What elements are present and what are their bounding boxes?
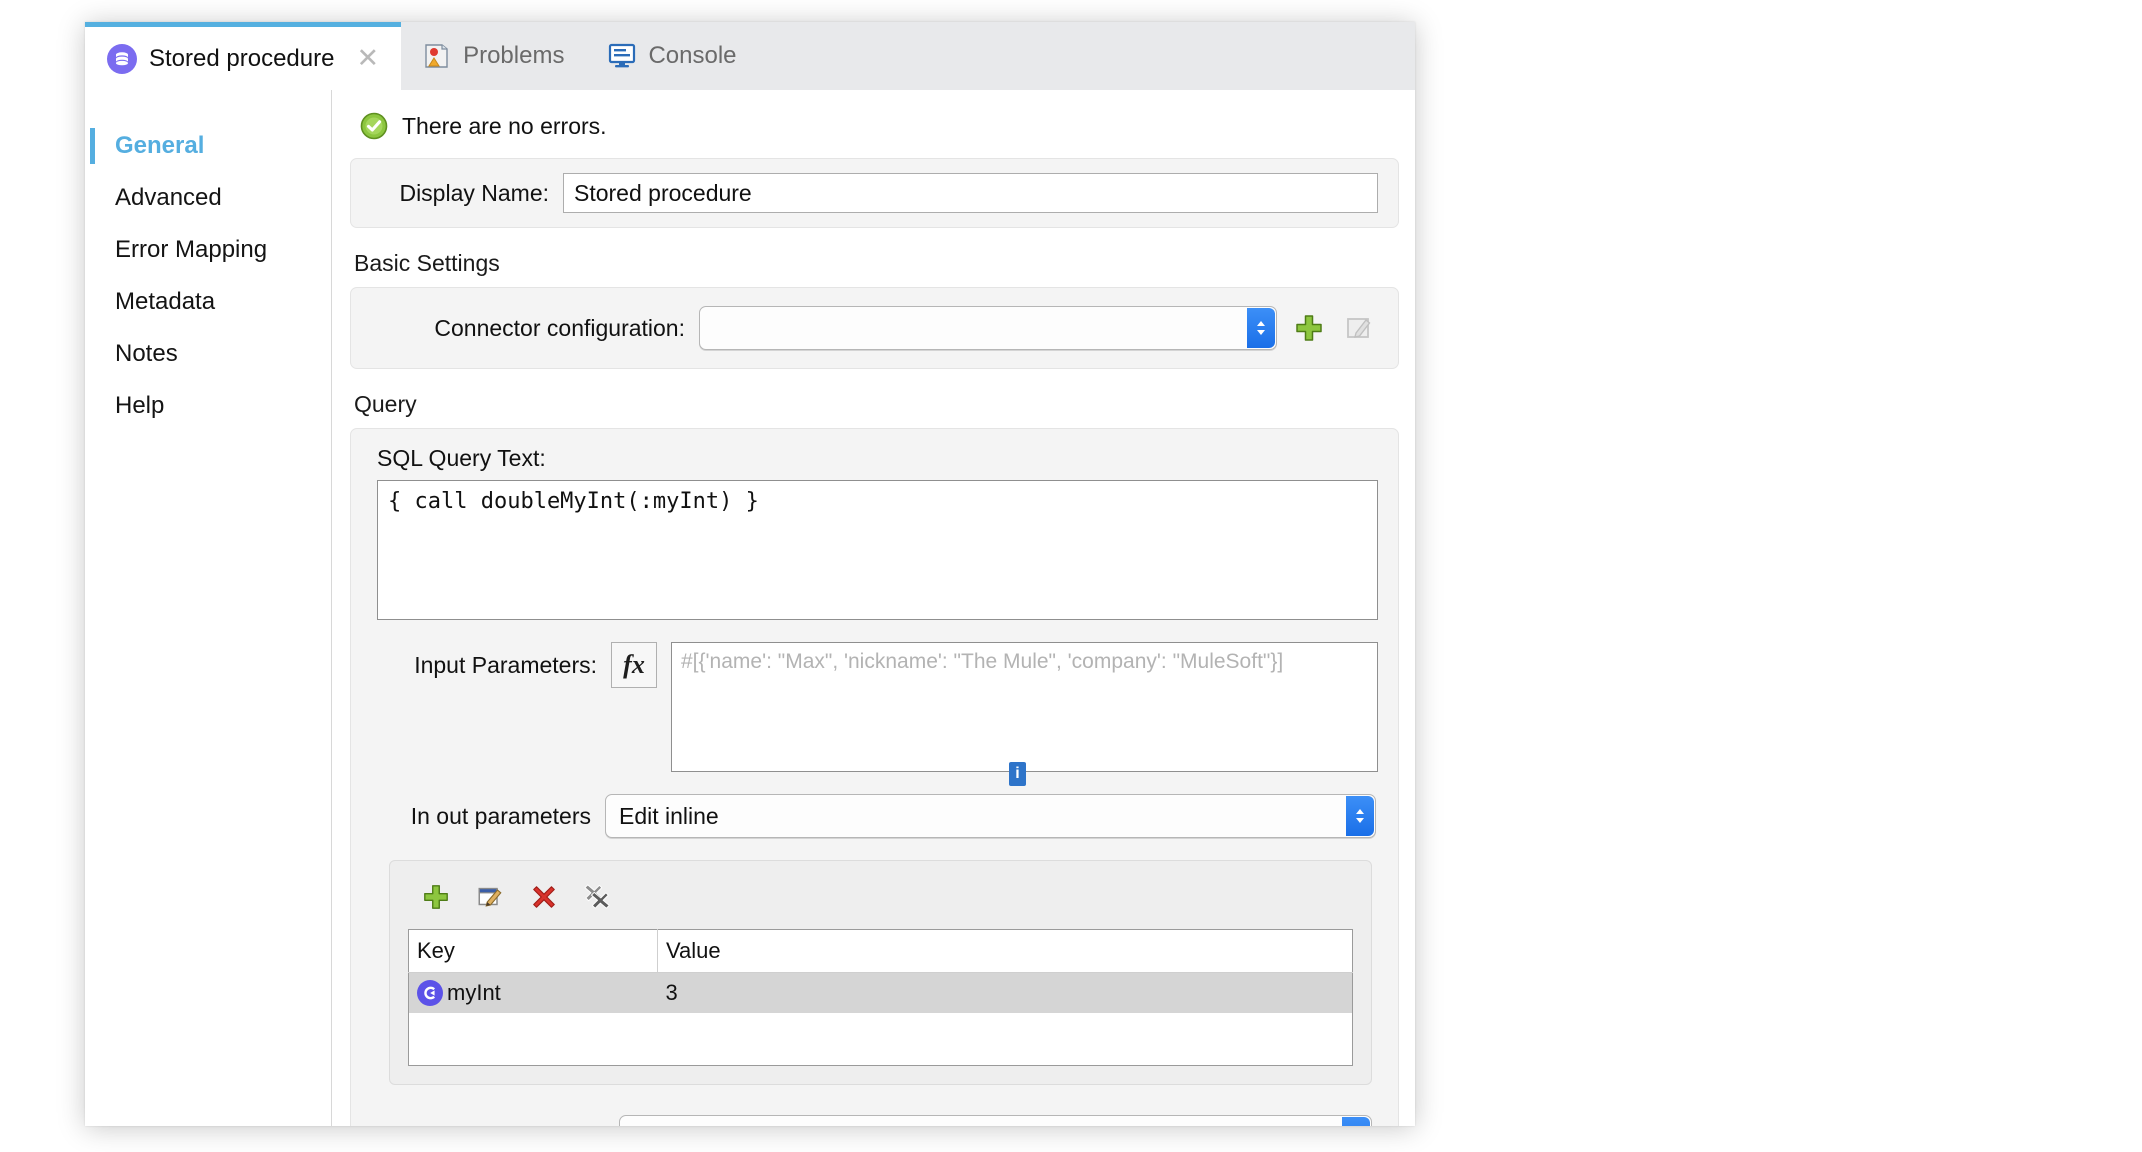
connector-configuration-label: Connector configuration: <box>434 314 685 341</box>
display-name-label: Display Name: <box>399 179 549 206</box>
database-icon <box>107 43 137 74</box>
sidebar-item-advanced[interactable]: Advanced <box>85 172 331 224</box>
in-out-parameters-select[interactable]: Edit inline <box>605 794 1376 838</box>
in-out-parameters-value: Edit inline <box>619 802 719 829</box>
output-parameters-row: Output Parameters None <box>351 1085 1398 1126</box>
problems-icon <box>423 42 451 70</box>
sql-query-text-label: SQL Query Text: <box>377 445 546 471</box>
input-parameters-row: Input Parameters: fx #[{'name': "Max", '… <box>351 620 1398 786</box>
sidebar-item-general[interactable]: General <box>85 120 331 172</box>
expression-fx-button[interactable]: fx <box>611 642 657 688</box>
sidebar-item-notes[interactable]: Notes <box>85 328 331 380</box>
tab-console[interactable]: Console <box>586 22 758 90</box>
add-connector-config-button[interactable] <box>1291 310 1327 346</box>
tab-label: Console <box>648 42 737 69</box>
display-name-group: Display Name: Stored procedure <box>350 158 1399 228</box>
add-plus-icon <box>1296 315 1322 341</box>
table-toolbar <box>408 875 1353 929</box>
edit-row-button[interactable] <box>472 879 508 915</box>
chevron-updown-icon <box>1342 1117 1370 1126</box>
sidebar-item-error-mapping[interactable]: Error Mapping <box>85 224 331 276</box>
display-name-input[interactable]: Stored procedure <box>563 173 1378 213</box>
table-row[interactable]: myInt 3 <box>408 972 1353 1013</box>
row-key-text: myInt <box>447 980 501 1005</box>
info-icon[interactable]: i <box>1009 762 1026 786</box>
tab-label: Stored procedure <box>149 44 335 72</box>
input-parameters-label: Input Parameters: <box>414 652 597 678</box>
sidebar-item-label: Error Mapping <box>115 236 268 263</box>
editor-body: General Advanced Error Mapping Metadata … <box>85 90 1415 1126</box>
input-parameters-input[interactable]: #[{'name': "Max", 'nickname': "The Mule"… <box>671 642 1378 772</box>
in-out-parameters-label: In out parameters <box>410 802 591 829</box>
tab-problems[interactable]: Problems <box>401 22 586 90</box>
table-header-row: Key Value <box>408 929 1353 973</box>
sidebar-item-metadata[interactable]: Metadata <box>85 276 331 328</box>
column-header-value[interactable]: Value <box>657 929 1353 973</box>
delete-all-icon <box>584 884 610 909</box>
query-group: SQL Query Text: { call doubleMyInt(:myIn… <box>350 428 1399 1126</box>
expression-icon <box>417 980 443 1006</box>
status-message-row: There are no errors. <box>332 90 1415 158</box>
settings-sidebar: General Advanced Error Mapping Metadata … <box>85 90 332 1126</box>
in-out-parameters-table-panel: Key Value myInt 3 <box>389 860 1372 1085</box>
empty-cell-value <box>657 1013 1353 1066</box>
edit-pencil-icon <box>1347 318 1371 338</box>
basic-settings-title: Basic Settings <box>354 250 500 276</box>
tab-bar: Stored procedure ✕ Problems Console <box>85 22 1415 90</box>
output-parameters-select[interactable]: None <box>619 1115 1372 1126</box>
screen-root: Stored procedure ✕ Problems Console Gene… <box>0 0 2142 1152</box>
stored-procedure-editor-panel: Stored procedure ✕ Problems Console Gene… <box>85 22 1415 1126</box>
delete-all-rows-button[interactable] <box>580 879 616 915</box>
connector-configuration-select[interactable] <box>699 306 1277 350</box>
success-check-icon <box>360 112 388 140</box>
status-text: There are no errors. <box>402 112 607 139</box>
tab-stored-procedure[interactable]: Stored procedure ✕ <box>85 22 402 90</box>
delete-x-icon <box>533 886 555 908</box>
sql-query-text-input[interactable]: { call doubleMyInt(:myInt) } <box>377 480 1378 620</box>
table-empty-row[interactable] <box>408 1013 1353 1066</box>
row-key-cell[interactable]: myInt <box>408 972 658 1013</box>
sidebar-item-label: Metadata <box>115 288 216 315</box>
query-title: Query <box>354 391 417 417</box>
sidebar-item-label: Help <box>115 392 165 419</box>
edit-connector-config-button[interactable] <box>1341 310 1377 346</box>
basic-settings-group: Connector configuration: <box>350 287 1399 369</box>
close-icon[interactable]: ✕ <box>356 45 379 72</box>
sidebar-item-label: Advanced <box>115 184 222 211</box>
sidebar-item-label: General <box>115 132 205 159</box>
output-parameters-label: Output Parameters <box>389 1124 603 1127</box>
empty-cell-key <box>408 1013 658 1066</box>
row-value-cell[interactable]: 3 <box>657 972 1353 1013</box>
in-out-parameters-table: Key Value myInt 3 <box>408 929 1353 1066</box>
chevron-updown-icon <box>1247 308 1275 348</box>
add-plus-icon <box>424 885 448 909</box>
console-icon <box>608 43 636 69</box>
sidebar-item-help[interactable]: Help <box>85 380 331 432</box>
column-header-key[interactable]: Key <box>408 929 658 973</box>
output-parameters-value: None <box>620 1124 688 1127</box>
add-row-button[interactable] <box>418 879 454 915</box>
sidebar-item-label: Notes <box>115 340 178 367</box>
tab-label: Problems <box>463 42 565 69</box>
chevron-updown-icon <box>1346 796 1374 836</box>
edit-pencil-icon <box>478 887 502 907</box>
settings-content: There are no errors. Display Name: Store… <box>332 90 1415 1126</box>
delete-row-button[interactable] <box>526 879 562 915</box>
